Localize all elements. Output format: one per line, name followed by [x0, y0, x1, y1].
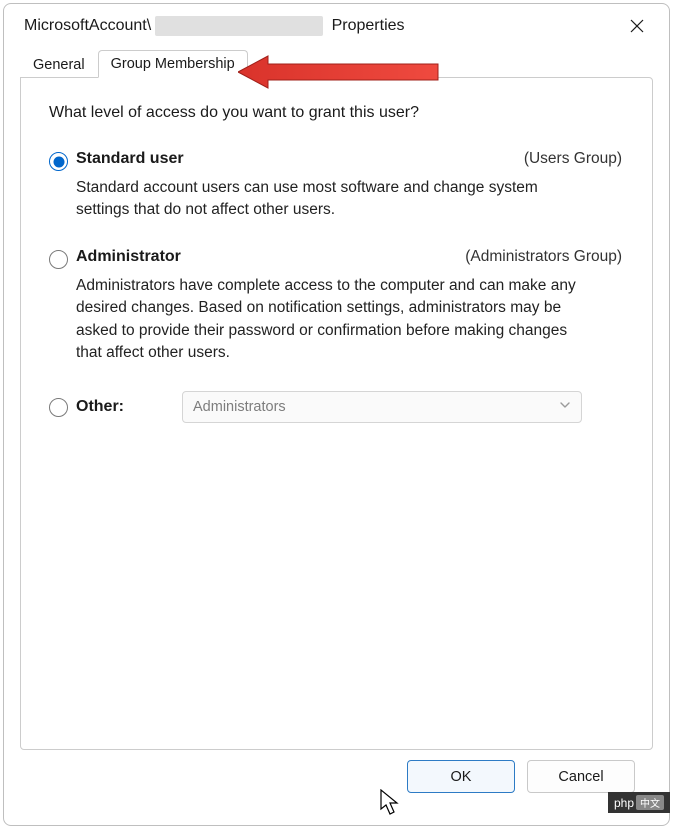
watermark: php中文	[608, 792, 670, 813]
desc-administrator: Administrators have complete access to t…	[76, 275, 576, 365]
close-icon	[629, 18, 645, 34]
radio-standard-user[interactable]	[49, 152, 68, 171]
combo-value: Administrators	[193, 399, 286, 415]
title-suffix: Properties	[327, 17, 404, 34]
window-title: MicrosoftAccount\ Properties	[24, 16, 405, 36]
ok-button[interactable]: OK	[407, 760, 515, 793]
radio-other[interactable]	[49, 398, 68, 417]
close-button[interactable]	[619, 12, 655, 40]
tab-group-membership[interactable]: Group Membership	[98, 50, 248, 78]
desc-standard-user: Standard account users can use most soft…	[76, 177, 576, 222]
chevron-down-icon	[559, 399, 571, 415]
title-prefix: MicrosoftAccount\	[24, 17, 151, 34]
redacted-username	[155, 16, 323, 36]
radio-administrator[interactable]	[49, 250, 68, 269]
watermark-badge: 中文	[636, 795, 664, 810]
group-membership-panel: What level of access do you want to gran…	[20, 77, 653, 750]
label-administrator: Administrator	[76, 248, 181, 266]
cancel-button[interactable]: Cancel	[527, 760, 635, 793]
label-other: Other:	[76, 398, 148, 416]
option-standard-row: Standard user (Users Group)	[49, 150, 624, 171]
properties-dialog: MicrosoftAccount\ Properties General Gro…	[3, 3, 670, 826]
watermark-text: php	[614, 796, 634, 810]
group-administrator: (Administrators Group)	[465, 248, 624, 266]
access-question: What level of access do you want to gran…	[49, 104, 624, 122]
option-other-row: Other: Administrators	[49, 391, 624, 423]
other-group-combobox[interactable]: Administrators	[182, 391, 582, 423]
group-standard-user: (Users Group)	[524, 150, 624, 168]
dialog-buttons: OK Cancel	[20, 750, 653, 809]
panel-wrap: What level of access do you want to gran…	[4, 77, 669, 825]
option-administrator-row: Administrator (Administrators Group)	[49, 248, 624, 269]
tab-general[interactable]: General	[20, 51, 98, 78]
tab-strip: General Group Membership	[4, 44, 669, 78]
label-standard-user: Standard user	[76, 150, 184, 168]
titlebar: MicrosoftAccount\ Properties	[4, 4, 669, 44]
